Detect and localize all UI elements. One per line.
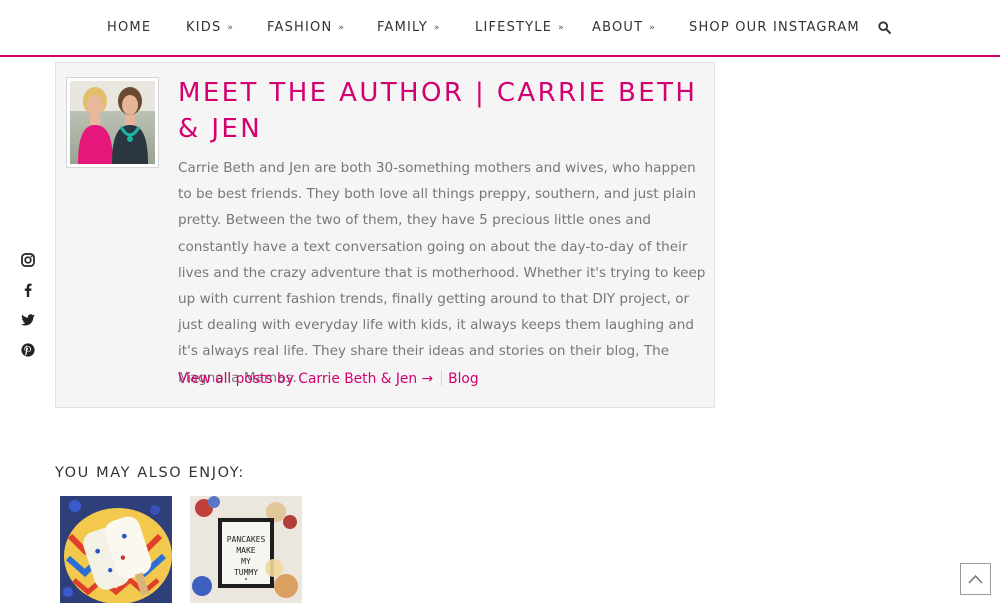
chevron-down-icon: » — [649, 23, 656, 33]
nav-item-label: FAMILY — [377, 20, 428, 35]
main-navigation: HOME KIDS » FASHION » FAMILY » LIFESTYLE » A… — [0, 0, 1000, 57]
nav-item-home[interactable]: HOME — [107, 20, 151, 35]
facebook-icon[interactable] — [20, 282, 36, 298]
letterboard-line: PANCAKES — [227, 535, 266, 544]
letterboard-line: MAKE — [236, 546, 255, 555]
twitter-icon[interactable] — [20, 312, 36, 328]
nav-item-label: SHOP OUR INSTAGRAM — [689, 20, 860, 35]
chevron-down-icon: » — [558, 23, 565, 33]
nav-item-family[interactable]: FAMILY » — [377, 20, 441, 35]
nav-item-lifestyle[interactable]: LIFESTYLE » — [475, 20, 565, 35]
blog-link[interactable]: Blog — [448, 371, 479, 387]
nav-item-label: ABOUT — [592, 20, 644, 35]
chevron-down-icon: » — [338, 23, 346, 33]
author-box: MEET THE AUTHOR | CARRIE BETH & JEN Carr… — [55, 62, 715, 408]
pinterest-icon[interactable] — [20, 342, 36, 358]
author-title: MEET THE AUTHOR | CARRIE BETH & JEN — [178, 78, 698, 144]
chevron-up-icon — [968, 574, 983, 584]
nav-item-label: KIDS — [186, 20, 222, 35]
related-posts-heading: YOU MAY ALSO ENJOY: — [55, 465, 245, 481]
author-photo — [66, 77, 159, 168]
letterboard-line: TUMMY — [234, 568, 258, 577]
pancakes-letterboard-image: PANCAKES MAKE MY TUMMY " — [190, 496, 302, 603]
search-icon[interactable] — [878, 21, 891, 34]
nav-item-about[interactable]: ABOUT » — [592, 20, 656, 35]
nav-item-label: FASHION — [267, 20, 333, 35]
letterboard-line: " — [244, 577, 248, 585]
author-links: View all posts by Carrie Beth & Jen → Blo… — [178, 370, 479, 387]
chevron-down-icon: » — [433, 23, 441, 33]
author-photo-image — [70, 81, 155, 164]
chevron-down-icon: » — [227, 23, 235, 33]
popsicles-image — [60, 496, 172, 603]
view-all-posts-link[interactable]: View all posts by Carrie Beth & Jen → — [178, 371, 433, 387]
nav-item-kids[interactable]: KIDS » — [186, 20, 234, 35]
link-divider — [441, 370, 443, 386]
nav-item-shop-our-instagram[interactable]: SHOP OUR INSTAGRAM — [689, 20, 860, 35]
nav-item-label: HOME — [107, 20, 152, 35]
letterboard-line: MY — [241, 557, 251, 566]
author-bio: Carrie Beth and Jen are both 30-somethin… — [178, 160, 706, 386]
instagram-icon[interactable] — [20, 252, 36, 268]
nav-item-fashion[interactable]: FASHION » — [267, 20, 345, 35]
related-post-thumbnail-pancakes[interactable]: PANCAKES MAKE MY TUMMY " — [190, 496, 302, 603]
back-to-top-button[interactable] — [960, 563, 991, 595]
related-post-thumbnail-popsicles[interactable] — [60, 496, 172, 603]
nav-item-label: LIFESTYLE — [475, 20, 553, 35]
